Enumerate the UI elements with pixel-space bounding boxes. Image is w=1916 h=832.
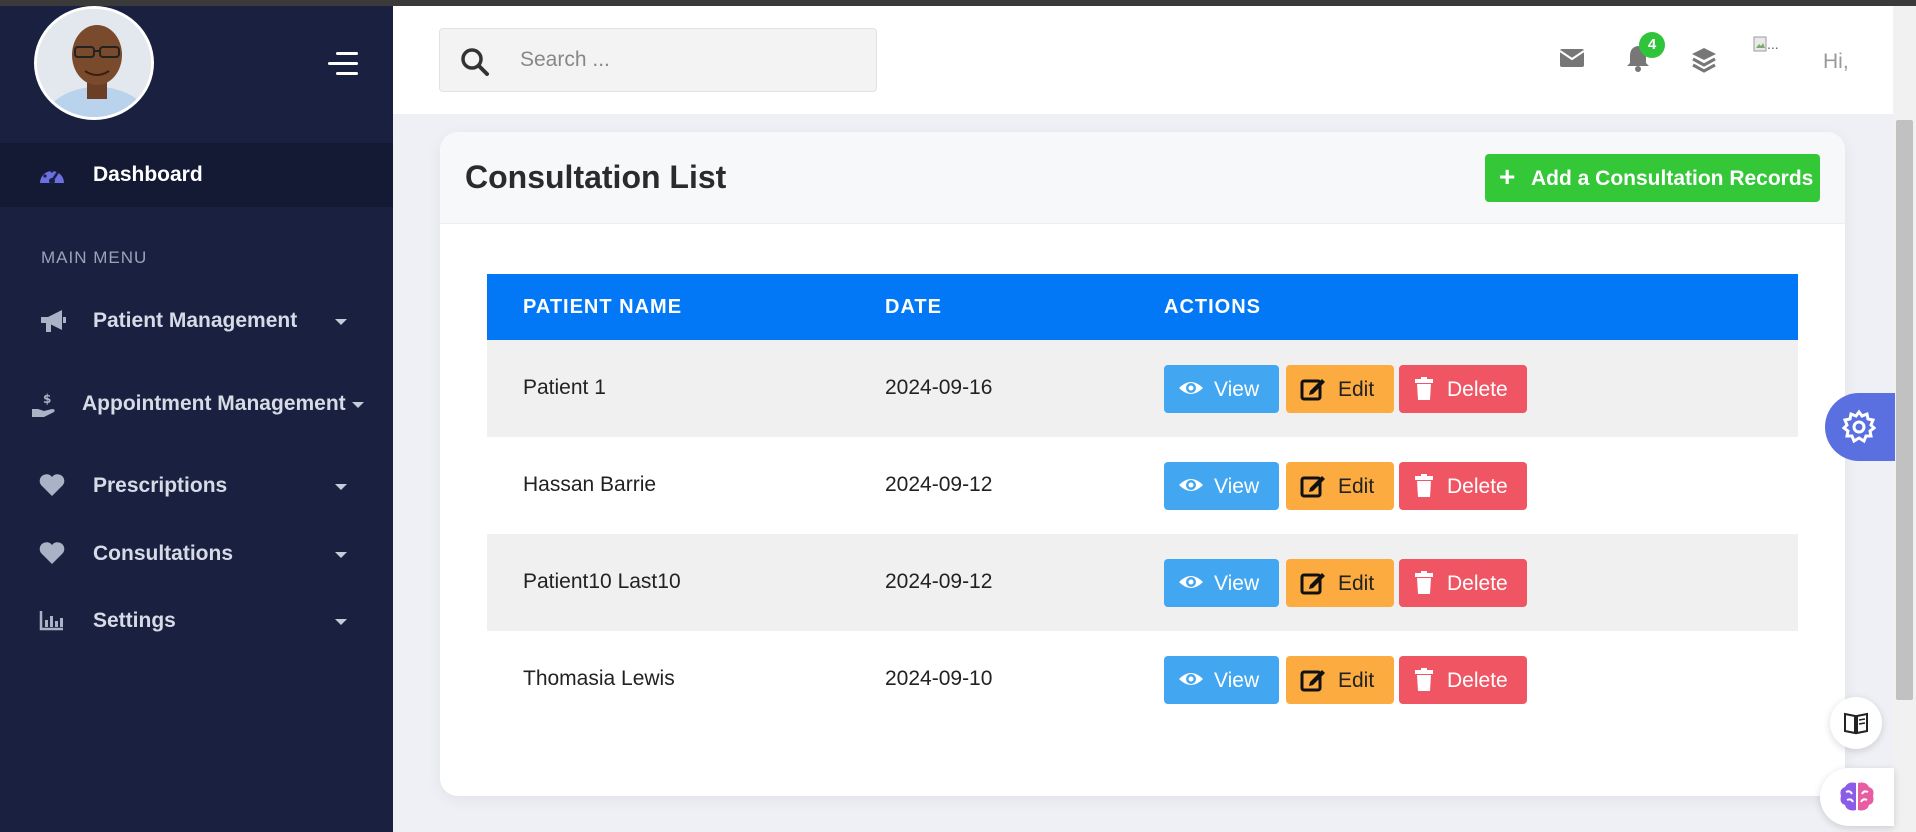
- delete-button[interactable]: Delete: [1399, 365, 1527, 413]
- delete-button[interactable]: Delete: [1399, 462, 1527, 510]
- patient-name-cell: Patient 1: [523, 376, 606, 399]
- date-cell: 2024-09-12: [885, 570, 993, 593]
- sidebar-item-label: Consultations: [93, 542, 233, 565]
- consultation-table: PATIENT NAME DATE ACTIONS Patient 1 2024…: [487, 274, 1798, 728]
- book-open-icon: [1843, 710, 1869, 741]
- edit-button[interactable]: Edit: [1286, 656, 1394, 704]
- edit-icon: [1300, 474, 1326, 504]
- eye-icon: [1178, 474, 1204, 502]
- plus-icon: +: [1499, 161, 1516, 192]
- heart-icon: [38, 473, 68, 499]
- caret-down-icon: [335, 484, 347, 490]
- view-button[interactable]: View: [1164, 656, 1279, 704]
- sidebar: Dashboard MAIN MENU Patient Management $…: [0, 6, 393, 832]
- layers-icon[interactable]: [1690, 46, 1718, 79]
- add-consultation-label: Add a Consultation Records: [1531, 167, 1814, 190]
- sidebar-item-settings[interactable]: Settings: [0, 592, 393, 648]
- hand-holding-dollar-icon: $: [30, 391, 60, 417]
- search-input[interactable]: [520, 43, 850, 77]
- sidebar-item-label: Dashboard: [93, 163, 203, 186]
- column-header-actions: ACTIONS: [1164, 296, 1261, 318]
- top-header: 4 ... Hi,: [393, 6, 1893, 114]
- sidebar-item-label: Settings: [93, 609, 176, 632]
- avatar[interactable]: [34, 6, 154, 120]
- edit-icon: [1300, 668, 1326, 698]
- search-bar: [439, 28, 877, 92]
- table-header-row: PATIENT NAME DATE ACTIONS: [487, 274, 1798, 340]
- bar-chart-icon: [38, 608, 68, 634]
- patient-name-cell: Patient10 Last10: [523, 570, 681, 593]
- add-consultation-button[interactable]: + Add a Consultation Records: [1485, 154, 1820, 202]
- assistant-float-button[interactable]: [1820, 768, 1894, 826]
- gear-icon: [1841, 409, 1877, 450]
- sidebar-item-appointment-management[interactable]: $ Appointment Management: [0, 375, 393, 431]
- edit-button[interactable]: Edit: [1286, 462, 1394, 510]
- sidebar-item-patient-management[interactable]: Patient Management: [0, 292, 393, 348]
- edit-icon: [1300, 571, 1326, 601]
- greeting-text: Hi,: [1823, 50, 1849, 73]
- megaphone-icon: [38, 308, 68, 334]
- heart-icon: [38, 541, 68, 567]
- svg-text:$: $: [43, 392, 51, 406]
- sidebar-item-label: Prescriptions: [93, 474, 228, 497]
- sidebar-item-consultations[interactable]: Consultations: [0, 525, 393, 581]
- view-button[interactable]: View: [1164, 462, 1279, 510]
- delete-button[interactable]: Delete: [1399, 559, 1527, 607]
- patient-name-cell: Hassan Barrie: [523, 473, 657, 496]
- page-title: Consultation List: [465, 159, 727, 195]
- brain-icon: [1838, 780, 1876, 819]
- table-row: Thomasia Lewis 2024-09-10 View Edit Dele…: [487, 631, 1798, 728]
- column-header-patient-name: PATIENT NAME: [523, 296, 683, 318]
- table-row: Patient 1 2024-09-16 View Edit Delete: [487, 340, 1798, 437]
- trash-icon: [1413, 571, 1435, 601]
- view-button[interactable]: View: [1164, 365, 1279, 413]
- gauge-icon: [38, 163, 66, 192]
- notification-badge: 4: [1639, 32, 1665, 58]
- scrollbar-thumb[interactable]: [1896, 120, 1913, 700]
- column-header-date: DATE: [885, 296, 942, 318]
- edit-button[interactable]: Edit: [1286, 559, 1394, 607]
- table-row: Patient10 Last10 2024-09-12 View Edit De…: [487, 534, 1798, 631]
- consultation-card: Consultation List + Add a Consultation R…: [440, 132, 1845, 796]
- sidebar-item-label: Appointment Management: [82, 392, 346, 415]
- trash-icon: [1413, 377, 1435, 407]
- trash-icon: [1413, 474, 1435, 504]
- card-header: Consultation List + Add a Consultation R…: [440, 132, 1845, 224]
- eye-icon: [1178, 571, 1204, 599]
- main-menu-header: MAIN MENU: [41, 248, 148, 267]
- date-cell: 2024-09-12: [885, 473, 993, 496]
- caret-down-icon: [335, 619, 347, 625]
- book-float-button[interactable]: [1830, 697, 1882, 749]
- settings-float-button[interactable]: [1825, 393, 1895, 461]
- caret-down-icon: [335, 319, 347, 325]
- search-icon[interactable]: [460, 47, 490, 82]
- hamburger-menu-icon[interactable]: [326, 52, 358, 78]
- edit-button[interactable]: Edit: [1286, 365, 1394, 413]
- view-button[interactable]: View: [1164, 559, 1279, 607]
- edit-icon: [1300, 377, 1326, 407]
- eye-icon: [1178, 668, 1204, 696]
- sidebar-item-label: Patient Management: [93, 309, 298, 332]
- eye-icon: [1178, 377, 1204, 405]
- sidebar-item-dashboard[interactable]: Dashboard: [0, 143, 393, 207]
- delete-button[interactable]: Delete: [1399, 656, 1527, 704]
- date-cell: 2024-09-16: [885, 376, 993, 399]
- user-avatar-image[interactable]: ...: [1753, 36, 1797, 66]
- caret-down-icon: [335, 552, 347, 558]
- date-cell: 2024-09-10: [885, 667, 993, 690]
- caret-down-icon: [352, 402, 364, 408]
- patient-name-cell: Thomasia Lewis: [523, 667, 675, 690]
- envelope-icon[interactable]: [1559, 48, 1585, 73]
- sidebar-item-prescriptions[interactable]: Prescriptions: [0, 457, 393, 513]
- table-row: Hassan Barrie 2024-09-12 View Edit Delet…: [487, 437, 1798, 534]
- trash-icon: [1413, 668, 1435, 698]
